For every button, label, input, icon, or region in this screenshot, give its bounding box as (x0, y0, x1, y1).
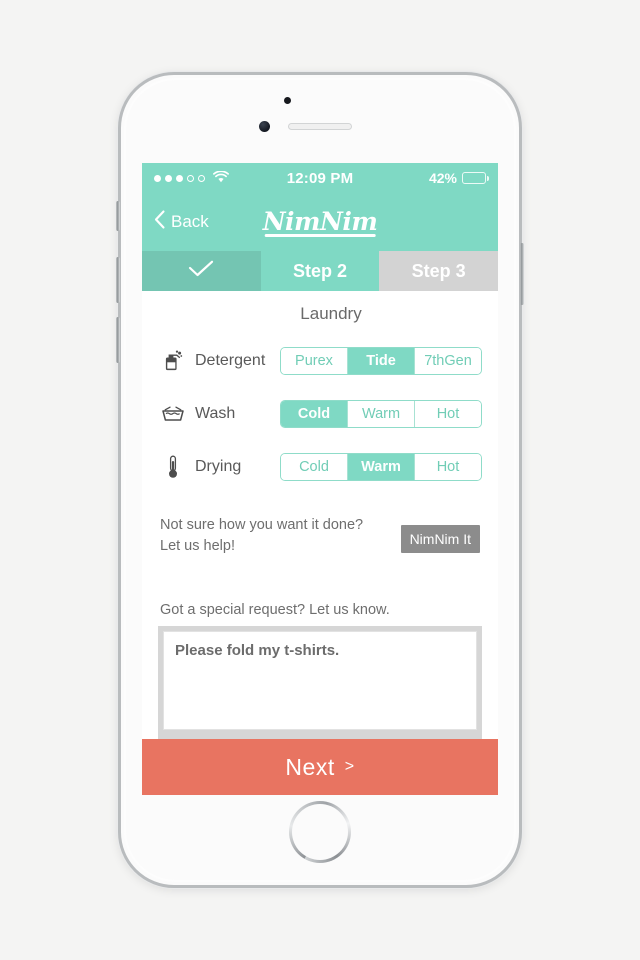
chevron-right-icon: > (344, 758, 355, 775)
seg-drying-warm[interactable]: Warm (348, 453, 415, 480)
phone-device: 12:09 PM 42% Back NimNim Step 2 Step 3 L… (116, 72, 524, 888)
status-bar-left (154, 170, 287, 186)
next-button-label: Next (285, 753, 335, 780)
segmented-control-detergent: Purex Tide 7thGen (280, 346, 482, 375)
thermometer-icon (158, 455, 188, 479)
silent-switch[interactable] (116, 201, 120, 231)
option-row-drying: Drying Cold Warm Hot (158, 440, 482, 493)
detergent-bottle-icon (158, 350, 188, 372)
nimnim-it-button[interactable]: NimNim It (400, 525, 480, 553)
navigation-bar: Back NimNim (142, 193, 498, 251)
option-label-drying: Drying (195, 457, 242, 475)
battery-icon (462, 172, 490, 184)
help-text-line-1: Not sure how you want it done? (160, 517, 364, 533)
special-request-label: Got a special request? Let us know. (160, 602, 390, 619)
battery-percent-label: 42% (428, 170, 458, 186)
help-text: Not sure how you want it done? Let us he… (160, 515, 401, 557)
special-request-input[interactable] (163, 631, 477, 731)
wash-basin-icon (158, 406, 188, 422)
phone-screen: 12:09 PM 42% Back NimNim Step 2 Step 3 L… (142, 163, 498, 795)
help-text-line-2: Let us help! (160, 538, 235, 555)
volume-up-button[interactable] (116, 257, 120, 303)
power-button[interactable] (520, 243, 524, 305)
segmented-control-drying: Cold Warm Hot (280, 452, 482, 481)
checkmark-icon (188, 260, 214, 282)
step-tab-2[interactable]: Step 2 (260, 251, 380, 291)
seg-detergent-purex[interactable]: Purex (281, 347, 348, 374)
back-button[interactable]: Back (142, 210, 209, 234)
home-button[interactable] (289, 801, 351, 863)
signal-dot-3 (176, 174, 183, 182)
seg-wash-warm[interactable]: Warm (348, 400, 415, 427)
signal-dot-5 (198, 174, 205, 182)
seg-detergent-tide[interactable]: Tide (348, 347, 415, 374)
front-camera-icon (259, 121, 270, 132)
special-request-field-wrapper (158, 626, 482, 741)
step-tab-3[interactable]: Step 3 (379, 251, 498, 291)
signal-dot-1 (154, 174, 161, 182)
seg-drying-hot[interactable]: Hot (415, 453, 481, 480)
page-title: Laundry (300, 304, 362, 323)
seg-detergent-7thgen[interactable]: 7thGen (415, 347, 481, 374)
next-button[interactable]: Next > (142, 739, 498, 795)
status-bar-right: 42% (353, 170, 490, 186)
step-tab-1[interactable] (142, 251, 261, 291)
option-label-wash: Wash (195, 404, 236, 422)
seg-wash-hot[interactable]: Hot (415, 400, 481, 427)
option-row-wash: Wash Cold Warm Hot (158, 387, 482, 440)
signal-dot-2 (165, 174, 172, 182)
main-content: Laundry Detergent Purex Tide 7thGen Wash… (142, 291, 498, 741)
segmented-control-wash: Cold Warm Hot (280, 399, 482, 428)
seg-drying-cold[interactable]: Cold (281, 453, 348, 480)
back-button-label: Back (171, 212, 209, 231)
status-bar-clock: 12:09 PM (286, 169, 354, 187)
chevron-left-icon (154, 210, 165, 234)
earpiece-speaker (288, 123, 352, 130)
volume-down-button[interactable] (116, 317, 120, 363)
app-logo: NimNim (262, 207, 378, 237)
option-row-detergent: Detergent Purex Tide 7thGen (158, 334, 482, 387)
status-bar: 12:09 PM 42% (142, 163, 498, 193)
step-tabs: Step 2 Step 3 (142, 251, 498, 291)
signal-dot-4 (187, 174, 194, 182)
seg-wash-cold[interactable]: Cold (281, 400, 348, 427)
help-section: Not sure how you want it done? Let us he… (158, 515, 482, 557)
wifi-icon (213, 170, 229, 186)
option-label-detergent: Detergent (195, 351, 266, 369)
proximity-sensor-icon (284, 97, 291, 104)
